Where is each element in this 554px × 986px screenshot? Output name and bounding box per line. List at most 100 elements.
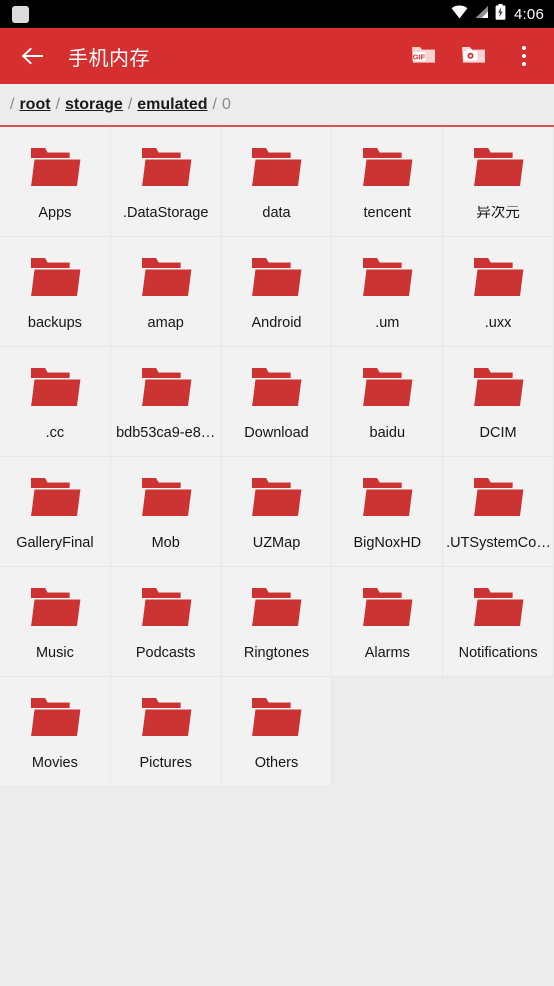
file-grid-item[interactable]: .cc <box>0 347 111 457</box>
folder-icon <box>140 696 192 743</box>
file-grid-item-label: GalleryFinal <box>16 536 94 551</box>
folder-icon <box>29 146 81 193</box>
folder-icon <box>472 146 524 193</box>
file-grid-item[interactable]: baidu <box>332 347 444 457</box>
more-vertical-icon <box>522 46 526 66</box>
app-bar-actions: GIF <box>402 34 546 78</box>
battery-charging-icon <box>495 3 506 25</box>
file-grid-item[interactable]: Alarms <box>332 567 444 677</box>
file-grid-item[interactable]: backups <box>0 237 111 347</box>
file-grid-item[interactable]: DCIM <box>443 347 554 457</box>
file-grid-item[interactable]: data <box>221 127 333 237</box>
folder-icon <box>29 696 81 743</box>
folder-icon <box>361 146 413 193</box>
file-grid-item-label: Android <box>251 316 302 331</box>
folder-icon <box>472 366 524 413</box>
file-grid-item-label: .DataStorage <box>122 206 209 221</box>
file-grid-item-label: Others <box>254 756 299 771</box>
file-grid-item[interactable]: bdb53ca9-e8… <box>110 347 222 457</box>
page-title: 手机内存 <box>68 47 150 70</box>
file-grid-item-label: Mob <box>151 536 180 551</box>
breadcrumb-separator: / <box>10 95 15 113</box>
cell-signal-icon <box>474 5 489 24</box>
file-grid-item-label: Apps <box>38 206 72 221</box>
breadcrumb-separator: / <box>127 95 133 113</box>
gif-folder-icon: GIF <box>411 43 437 70</box>
folder-icon <box>250 146 302 193</box>
file-grid-item-label: Ringtones <box>243 646 310 661</box>
status-bar: 4:06 <box>0 0 554 28</box>
file-grid-item-label: backups <box>27 316 82 331</box>
overflow-menu-button[interactable] <box>502 34 546 78</box>
file-grid-item[interactable]: Podcasts <box>110 567 222 677</box>
file-grid-item[interactable]: Movies <box>0 677 111 787</box>
app-notification-icon <box>12 5 29 23</box>
file-grid-item-label: Download <box>244 426 309 441</box>
file-grid-item[interactable]: .UTSystemCo… <box>443 457 554 567</box>
folder-icon <box>250 256 302 303</box>
folder-icon <box>472 256 524 303</box>
folder-icon <box>472 586 524 633</box>
file-grid-item[interactable]: Pictures <box>110 677 222 787</box>
folder-icon <box>472 476 524 523</box>
file-grid: Apps .DataStorage data tencent 异次元 backups ama… <box>0 127 554 787</box>
grid-cell-empty <box>332 677 444 787</box>
folder-icon <box>250 476 302 523</box>
file-grid-item[interactable]: amap <box>110 237 222 347</box>
file-grid-item-label: .cc <box>45 426 65 441</box>
file-grid-item[interactable]: Ringtones <box>221 567 333 677</box>
folder-icon <box>361 586 413 633</box>
file-grid-item-label: DCIM <box>479 426 517 441</box>
file-grid-item[interactable]: 异次元 <box>443 127 554 237</box>
breadcrumb-segment-root[interactable]: root <box>19 96 50 114</box>
gif-folder-button[interactable]: GIF <box>402 34 446 78</box>
folder-icon <box>140 366 192 413</box>
file-grid-item[interactable]: Mob <box>110 457 222 567</box>
file-grid-item[interactable]: .uxx <box>443 237 554 347</box>
file-grid-item[interactable]: .um <box>332 237 444 347</box>
file-grid-item-label: BigNoxHD <box>353 536 422 551</box>
breadcrumb: / root / storage / emulated/0 <box>0 84 554 127</box>
file-grid-item[interactable]: Download <box>221 347 333 457</box>
file-grid-item-label: bdb53ca9-e8… <box>116 426 216 441</box>
back-arrow-icon[interactable] <box>16 39 50 73</box>
folder-icon <box>29 366 81 413</box>
breadcrumb-separator: / <box>55 95 61 113</box>
file-grid-item-label: .UTSystemCo… <box>446 536 551 551</box>
file-grid-item[interactable]: Music <box>0 567 111 677</box>
file-grid-item-label: .uxx <box>484 316 512 331</box>
file-grid-item-label: Movies <box>31 756 78 771</box>
file-grid-item-label: Alarms <box>364 646 410 661</box>
camera-folder-icon <box>461 43 487 70</box>
breadcrumb-separator: / <box>212 95 217 113</box>
folder-icon <box>361 366 413 413</box>
breadcrumb-segment-storage[interactable]: storage <box>65 96 123 114</box>
file-grid-item[interactable]: Apps <box>0 127 111 237</box>
file-grid-item-label: UZMap <box>252 536 301 551</box>
svg-text:GIF: GIF <box>413 52 426 61</box>
file-grid-item[interactable]: Others <box>221 677 333 787</box>
file-grid-item-label: Pictures <box>139 756 192 771</box>
status-bar-left <box>12 5 29 23</box>
folder-icon <box>250 586 302 633</box>
wifi-icon <box>451 5 468 24</box>
breadcrumb-segment-emulated[interactable]: emulated <box>137 96 207 114</box>
file-grid-item[interactable]: UZMap <box>221 457 333 567</box>
file-grid-item-label: amap <box>147 316 184 331</box>
status-bar-right: 4:06 <box>451 3 544 25</box>
file-grid-item-label: data <box>262 206 291 221</box>
file-grid-item[interactable]: tencent <box>332 127 444 237</box>
folder-icon <box>250 696 302 743</box>
file-grid-item[interactable]: Notifications <box>443 567 554 677</box>
file-grid-item[interactable]: Android <box>221 237 333 347</box>
file-grid-item-label: Music <box>35 646 74 661</box>
file-grid-item-label: 异次元 <box>476 206 520 221</box>
folder-icon <box>361 476 413 523</box>
folder-icon <box>140 256 192 303</box>
file-grid-item[interactable]: GalleryFinal <box>0 457 111 567</box>
file-grid-item[interactable]: .DataStorage <box>110 127 222 237</box>
file-grid-item[interactable]: BigNoxHD <box>332 457 444 567</box>
camera-folder-button[interactable] <box>452 34 496 78</box>
file-grid-item-label: Notifications <box>458 646 538 661</box>
file-grid-item-label: tencent <box>363 206 412 221</box>
